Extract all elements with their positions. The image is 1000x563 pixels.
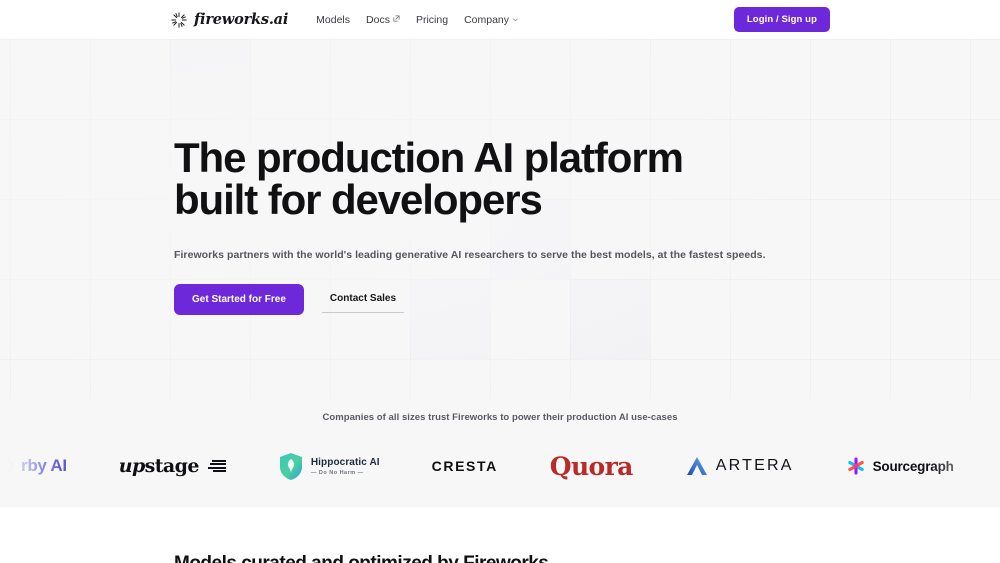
logo-sourcegraph[interactable]: Sourcegraph <box>846 456 954 476</box>
quora-label: Quora <box>550 452 633 481</box>
page-title: The production AI platform built for dev… <box>174 137 694 221</box>
orby-label: rby AI <box>21 456 67 476</box>
logo-carousel[interactable]: rby AI upstage Hippocra <box>0 443 1000 489</box>
sourcegraph-label: Sourcegraph <box>873 459 954 474</box>
hero-section: The production AI platform built for dev… <box>0 39 1000 399</box>
customer-logos-section: Companies of all sizes trust Fireworks t… <box>0 399 1000 507</box>
get-started-button[interactable]: Get Started for Free <box>174 284 304 315</box>
logo-cresta[interactable]: CRESTA <box>432 458 498 474</box>
site-header: fireworks.ai Models Docs Pricing Company… <box>0 0 1000 39</box>
contact-sales-link[interactable]: Contact Sales <box>322 287 404 313</box>
login-signup-button[interactable]: Login / Sign up <box>734 7 830 32</box>
upstage-label: upstage <box>119 455 199 477</box>
logo-orby-ai[interactable]: rby AI <box>0 453 67 479</box>
artera-label: ARTERA <box>716 457 794 475</box>
hippocratic-text-block: Hippocratic AI — Do No Harm — <box>311 457 380 476</box>
hero-title-line-2: built for developers <box>174 176 542 223</box>
starburst-icon <box>170 11 188 29</box>
logo-artera[interactable]: ARTERA <box>685 455 794 477</box>
sourcegraph-asterisk-icon <box>846 456 866 476</box>
hippocratic-label: Hippocratic AI <box>311 457 380 468</box>
upstage-bars-icon <box>208 460 226 473</box>
hippocratic-shield-icon <box>278 452 304 481</box>
brand-logo[interactable]: fireworks.ai <box>170 11 288 29</box>
main-nav: Models Docs Pricing Company <box>316 14 519 26</box>
chevron-down-icon <box>512 16 519 23</box>
hero-subtitle: Fireworks partners with the world's lead… <box>174 249 1000 261</box>
cresta-label: CRESTA <box>432 458 498 474</box>
orby-swoosh-icon <box>0 453 14 479</box>
nav-item-docs[interactable]: Docs <box>366 14 400 26</box>
external-link-icon <box>393 15 400 22</box>
logo-hippocratic-ai[interactable]: Hippocratic AI — Do No Harm — <box>278 452 380 481</box>
nav-label: Company <box>464 14 509 26</box>
logo-upstage[interactable]: upstage <box>119 455 226 477</box>
hero-content: The production AI platform built for dev… <box>0 39 1000 315</box>
nav-label: Docs <box>366 14 390 26</box>
models-section: Models curated and optimized by Firework… <box>0 507 1000 563</box>
hippocratic-tagline: — Do No Harm — <box>311 470 380 476</box>
nav-item-company[interactable]: Company <box>464 14 519 26</box>
models-section-title: Models curated and optimized by Firework… <box>174 553 1000 563</box>
logos-caption: Companies of all sizes trust Fireworks t… <box>0 399 1000 423</box>
nav-label: Models <box>316 14 350 26</box>
logo-quora[interactable]: Quora <box>550 452 633 481</box>
hero-title-line-1: The production AI platform <box>174 134 683 181</box>
brand-name: fireworks.ai <box>194 11 288 28</box>
nav-item-pricing[interactable]: Pricing <box>416 14 448 26</box>
artera-triangle-icon <box>685 455 709 477</box>
nav-label: Pricing <box>416 14 448 26</box>
hero-cta-group: Get Started for Free Contact Sales <box>174 284 1000 315</box>
nav-item-models[interactable]: Models <box>316 14 350 26</box>
